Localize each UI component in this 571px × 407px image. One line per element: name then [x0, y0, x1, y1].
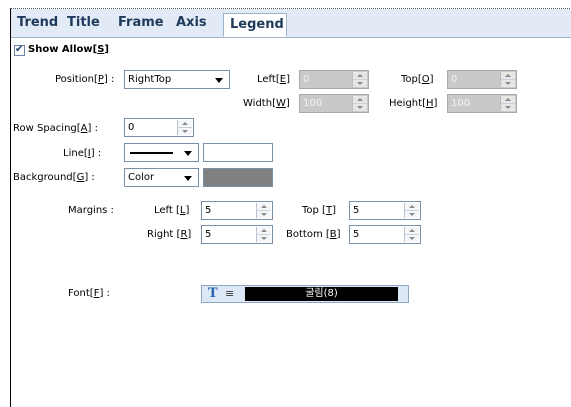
margin-right-value: 5 — [205, 229, 212, 240]
show-allow-checkbox[interactable]: ✔ — [14, 44, 25, 56]
line-label: Line[I] : — [63, 148, 102, 159]
spin-down-icon — [357, 82, 363, 85]
left-spinner[interactable]: 0 — [299, 70, 369, 89]
spinner-buttons[interactable] — [256, 227, 271, 242]
font-picker[interactable]: T ≡ 굴림(8) — [201, 285, 409, 303]
align-center-icon[interactable]: ≡ — [225, 287, 234, 300]
tab-axis[interactable]: Axis — [176, 15, 207, 37]
tab-frame[interactable]: Frame — [118, 15, 164, 37]
spin-down-icon — [505, 82, 511, 85]
position-label: Position[P] : — [55, 74, 115, 85]
margin-bottom-value: 5 — [353, 229, 360, 240]
top-label: Top[O] — [401, 74, 434, 85]
tab-legend[interactable]: Legend — [223, 13, 287, 37]
show-allow-label: Show Allow[S] — [28, 44, 109, 55]
spin-down-icon — [409, 237, 415, 240]
row-spacing-label: Row Spacing[A] : — [13, 123, 98, 134]
spin-down-icon — [505, 106, 511, 109]
left-value: 0 — [303, 74, 310, 85]
spinner-buttons[interactable] — [404, 227, 419, 242]
width-value: 100 — [303, 98, 323, 109]
font-type-icon[interactable]: T — [208, 286, 218, 301]
chevron-down-icon — [215, 78, 223, 83]
line-style-select[interactable] — [124, 143, 199, 162]
background-value: Color — [128, 172, 155, 183]
position-value: RightTop — [128, 74, 172, 85]
spin-up-icon — [505, 98, 511, 101]
row-spacing-value: 0 — [128, 122, 135, 133]
spin-down-icon — [182, 130, 188, 133]
line-color-swatch[interactable] — [203, 143, 273, 162]
spinner-buttons[interactable] — [404, 203, 419, 218]
spinner-buttons[interactable] — [352, 96, 367, 111]
margin-bottom-spinner[interactable]: 5 — [349, 225, 421, 244]
height-spinner[interactable]: 100 — [447, 94, 517, 113]
spin-up-icon — [357, 74, 363, 77]
font-label: Font[F] : — [68, 288, 110, 299]
top-value: 0 — [451, 74, 458, 85]
solid-line-icon — [130, 152, 173, 154]
tab-trend[interactable]: Trend — [17, 15, 58, 37]
margin-top-label: Top [T] — [302, 205, 336, 216]
spin-down-icon — [409, 213, 415, 216]
spin-down-icon — [357, 106, 363, 109]
chevron-down-icon — [184, 176, 192, 181]
margin-left-spinner[interactable]: 5 — [201, 201, 273, 220]
legend-panel: ✔ Show Allow[S] Position[P] : RightTop L… — [11, 38, 571, 407]
spinner-buttons[interactable] — [500, 96, 515, 111]
spin-down-icon — [261, 213, 267, 216]
chart-properties-dialog: Trend Title Frame Axis Legend ✔ Show All… — [10, 8, 571, 407]
chevron-down-icon — [184, 151, 192, 156]
background-select[interactable]: Color — [124, 168, 199, 187]
spin-up-icon — [505, 74, 511, 77]
top-spinner[interactable]: 0 — [447, 70, 517, 89]
spin-up-icon — [182, 122, 188, 125]
font-preview: 굴림(8) — [245, 287, 398, 301]
background-color-swatch[interactable] — [203, 168, 273, 187]
spinner-buttons[interactable] — [500, 72, 515, 87]
spinner-buttons[interactable] — [256, 203, 271, 218]
margins-label: Margins : — [68, 205, 114, 216]
height-label: Height[H] — [389, 98, 438, 109]
margin-right-spinner[interactable]: 5 — [201, 225, 273, 244]
margin-bottom-label: Bottom [B] — [286, 229, 341, 240]
spin-up-icon — [261, 205, 267, 208]
spinner-buttons[interactable] — [177, 120, 192, 135]
spin-up-icon — [409, 229, 415, 232]
spin-up-icon — [357, 98, 363, 101]
margin-top-spinner[interactable]: 5 — [349, 201, 421, 220]
margin-left-value: 5 — [205, 205, 212, 216]
checkmark-icon: ✔ — [15, 44, 24, 55]
left-label: Left[E] — [257, 74, 290, 85]
height-value: 100 — [451, 98, 471, 109]
spin-down-icon — [261, 237, 267, 240]
margin-left-label: Left [L] — [154, 205, 190, 216]
width-spinner[interactable]: 100 — [299, 94, 369, 113]
background-label: Background[G] : — [13, 172, 95, 183]
tab-bar: Trend Title Frame Axis Legend — [11, 9, 571, 38]
margin-top-value: 5 — [353, 205, 360, 216]
width-label: Width[W] — [243, 98, 290, 109]
tab-title[interactable]: Title — [67, 15, 100, 37]
row-spacing-spinner[interactable]: 0 — [124, 118, 194, 137]
margin-right-label: Right [R] — [147, 229, 192, 240]
position-select[interactable]: RightTop — [124, 70, 230, 89]
spin-up-icon — [261, 229, 267, 232]
spinner-buttons[interactable] — [352, 72, 367, 87]
spin-up-icon — [409, 205, 415, 208]
